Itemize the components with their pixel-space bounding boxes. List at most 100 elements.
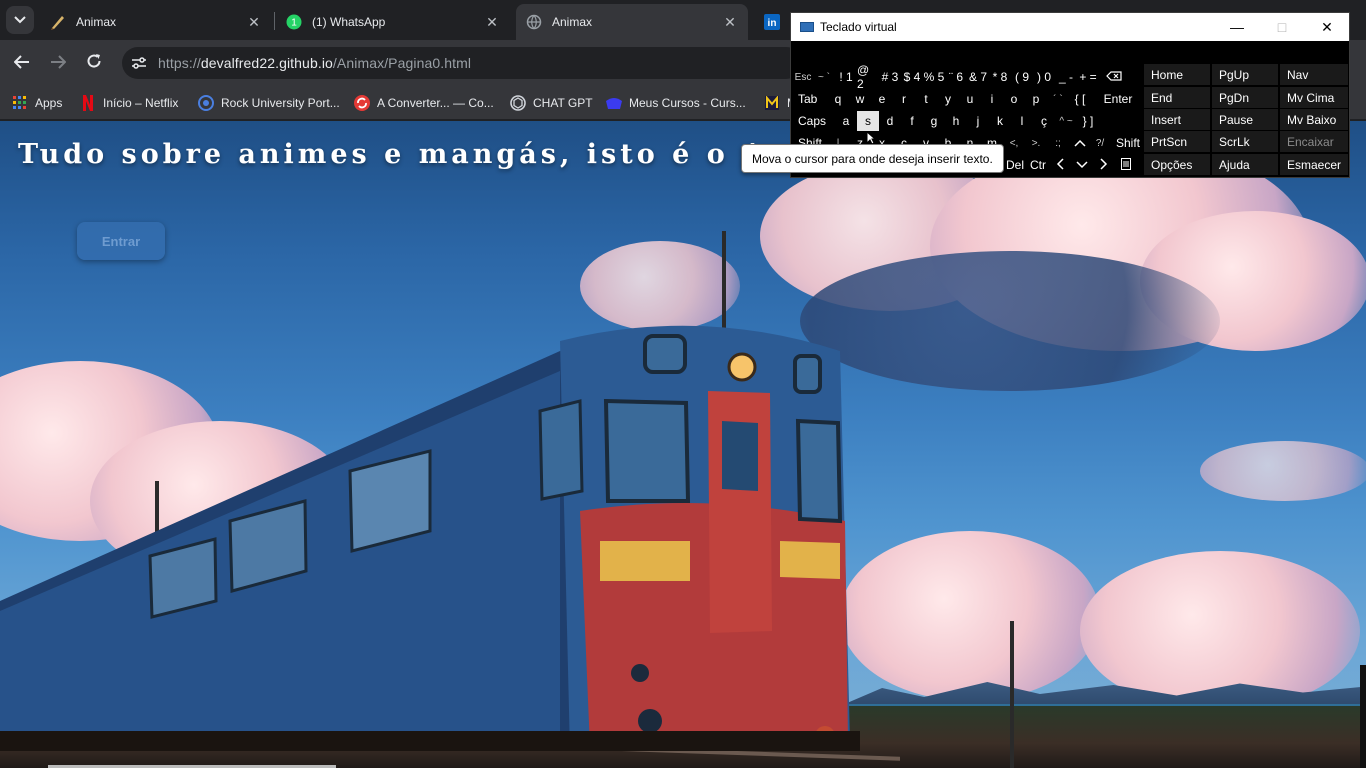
key-ctrl[interactable]: Ctr xyxy=(1027,155,1049,175)
arrow-down-key[interactable] xyxy=(1071,155,1093,175)
bookmark-rock-university[interactable]: Rock University Port... xyxy=(198,92,340,114)
key[interactable]: <, xyxy=(1003,133,1025,153)
tab-whatsapp[interactable]: 1 (1) WhatsApp ✕ xyxy=(276,4,510,40)
key[interactable]: y xyxy=(937,89,959,109)
key[interactable]: ) 0 xyxy=(1033,67,1055,87)
key-esc[interactable]: Esc xyxy=(793,67,813,87)
maximize-button[interactable]: □ xyxy=(1259,13,1305,41)
move-up-button[interactable]: Mv Cima xyxy=(1280,87,1348,108)
key[interactable]: ( 9 xyxy=(1011,67,1033,87)
key[interactable]: h xyxy=(945,111,967,131)
key[interactable]: u xyxy=(959,89,981,109)
key[interactable]: r xyxy=(893,89,915,109)
key[interactable]: ¨ 6 xyxy=(945,67,967,87)
key[interactable]: & 7 xyxy=(967,67,989,87)
key[interactable]: f xyxy=(901,111,923,131)
bookmark-apps[interactable]: Apps xyxy=(12,92,62,114)
key[interactable]: % 5 xyxy=(923,67,945,87)
key-pgdn[interactable]: PgDn xyxy=(1212,87,1278,108)
key[interactable]: ´ ` xyxy=(1047,89,1069,109)
key[interactable]: a xyxy=(835,111,857,131)
key[interactable]: j xyxy=(967,111,989,131)
key-scrlk[interactable]: ScrLk xyxy=(1212,131,1278,152)
key-pause[interactable]: Pause xyxy=(1212,109,1278,130)
key[interactable]: w xyxy=(849,89,871,109)
linkedin-icon: in xyxy=(764,14,780,30)
key[interactable]: ! 1 xyxy=(835,67,857,87)
key[interactable]: p xyxy=(1025,89,1047,109)
animax-brush-icon xyxy=(50,14,66,30)
key-shift-right[interactable]: Shift xyxy=(1111,133,1145,153)
key-del[interactable]: Del xyxy=(1003,155,1027,175)
key[interactable]: ^ ~ xyxy=(1055,111,1077,131)
minimize-button[interactable]: — xyxy=(1214,13,1260,41)
key[interactable]: i xyxy=(981,89,1003,109)
close-tab-icon[interactable]: ✕ xyxy=(246,14,262,30)
key[interactable]: q xyxy=(827,89,849,109)
key[interactable]: k xyxy=(989,111,1011,131)
key[interactable]: @ 2 xyxy=(857,63,879,91)
fade-button[interactable]: Esmaecer xyxy=(1280,154,1348,175)
key[interactable]: + = xyxy=(1077,67,1099,87)
arrow-up-key[interactable] xyxy=(1069,133,1091,153)
back-button[interactable] xyxy=(8,49,36,77)
context-menu-key[interactable] xyxy=(1115,155,1137,175)
key-insert[interactable]: Insert xyxy=(1144,109,1210,130)
nav-button[interactable]: Nav xyxy=(1280,64,1348,85)
key-caps[interactable]: Caps xyxy=(793,111,835,131)
key-tab[interactable]: Tab xyxy=(793,89,827,109)
forward-button[interactable] xyxy=(44,49,72,77)
close-window-button[interactable]: ✕ xyxy=(1304,13,1350,41)
key[interactable]: # 3 xyxy=(879,67,901,87)
key-selected[interactable]: s xyxy=(857,111,879,131)
key-enter[interactable]: Enter xyxy=(1096,89,1140,109)
key[interactable]: d xyxy=(879,111,901,131)
key[interactable]: ~ ` xyxy=(813,67,835,87)
key-end[interactable]: End xyxy=(1144,87,1210,108)
arrow-left-key[interactable] xyxy=(1049,155,1071,175)
bookmark-chatgpt[interactable]: CHAT GPT xyxy=(510,92,593,114)
key-home[interactable]: Home xyxy=(1144,64,1210,85)
enter-button[interactable]: Entrar xyxy=(77,222,165,260)
key[interactable]: _ - xyxy=(1055,67,1077,87)
keyboard-icon xyxy=(800,22,814,32)
move-down-button[interactable]: Mv Baixo xyxy=(1280,109,1348,130)
key[interactable]: >. xyxy=(1025,133,1047,153)
close-tab-icon[interactable]: ✕ xyxy=(484,14,500,30)
key[interactable]: * 8 xyxy=(989,67,1011,87)
tab-search-button[interactable] xyxy=(6,6,34,34)
bookmark-converter[interactable]: A Converter... — Co... xyxy=(354,92,494,114)
key[interactable]: $ 4 xyxy=(901,67,923,87)
key-pgup[interactable]: PgUp xyxy=(1212,64,1278,85)
backspace-key[interactable] xyxy=(1099,67,1129,87)
bookmark-netflix[interactable]: Início – Netflix xyxy=(80,92,178,114)
options-button[interactable]: Opções xyxy=(1144,154,1210,175)
key[interactable]: o xyxy=(1003,89,1025,109)
cloud xyxy=(1200,441,1366,501)
reload-button[interactable] xyxy=(80,49,108,77)
vertical-scrollbar[interactable] xyxy=(1360,665,1366,768)
close-tab-icon[interactable]: ✕ xyxy=(722,14,738,30)
key-prtscn[interactable]: PrtScn xyxy=(1144,131,1210,152)
key[interactable]: g xyxy=(923,111,945,131)
key[interactable]: { [ xyxy=(1069,89,1091,109)
key[interactable]: t xyxy=(915,89,937,109)
key[interactable]: ?/ xyxy=(1091,133,1109,153)
url-scheme: https:// xyxy=(158,55,201,71)
tab-title: Animax xyxy=(76,15,117,29)
bookmark-meus-cursos[interactable]: Meus Cursos - Curs... xyxy=(606,92,746,114)
mouse-cursor-icon xyxy=(866,130,877,145)
site-settings-icon[interactable] xyxy=(124,48,154,78)
address-bar[interactable]: https://devalfred22.github.io/Animax/Pag… xyxy=(122,47,802,79)
dock-button[interactable]: Encaixar xyxy=(1280,131,1348,152)
key[interactable]: :; xyxy=(1047,133,1069,153)
key[interactable]: e xyxy=(871,89,893,109)
key[interactable]: l xyxy=(1011,111,1033,131)
arrow-right-key[interactable] xyxy=(1093,155,1115,175)
help-button[interactable]: Ajuda xyxy=(1212,154,1278,175)
tab-animax-1[interactable]: Animax ✕ xyxy=(40,4,272,40)
tab-animax-active[interactable]: Animax ✕ xyxy=(516,4,748,40)
key[interactable]: ç xyxy=(1033,111,1055,131)
key[interactable]: } ] xyxy=(1077,111,1099,131)
tab-linkedin[interactable]: in xyxy=(754,4,790,40)
